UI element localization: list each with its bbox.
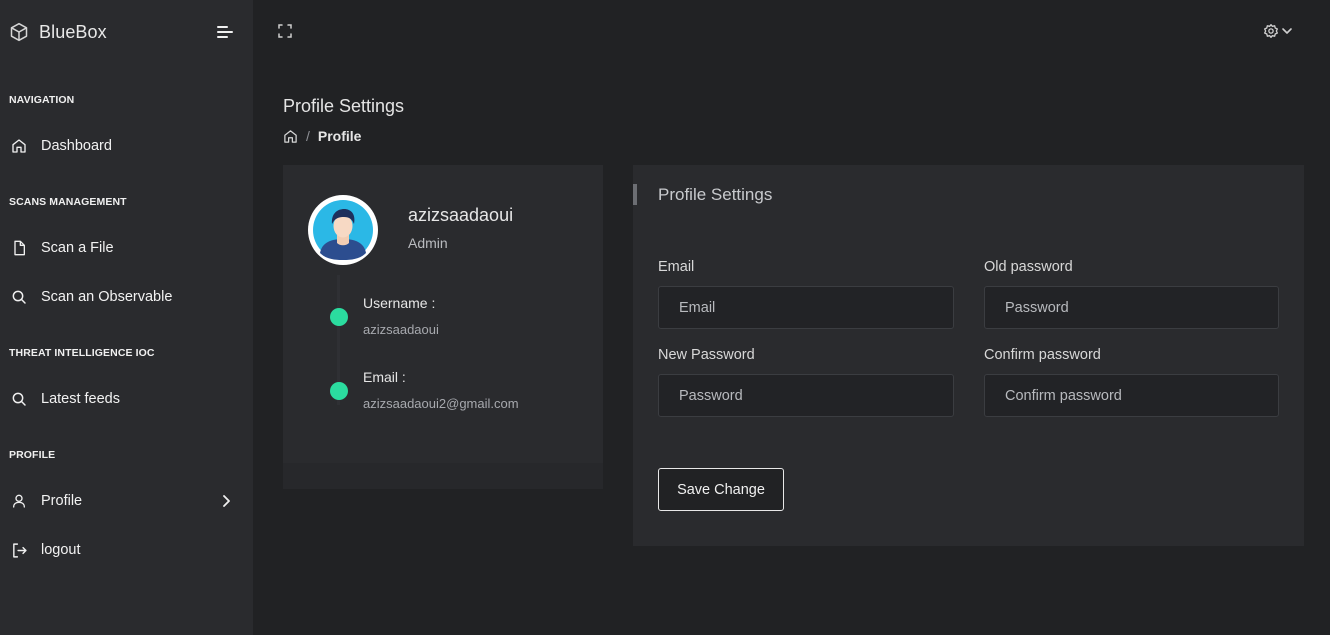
sidebar-item-scan-observable[interactable]: Scan an Observable (0, 277, 253, 317)
page-title: Profile Settings (283, 96, 405, 116)
breadcrumb: / Profile (283, 128, 361, 144)
profile-username: azizsaadaoui (408, 205, 514, 225)
avatar (308, 195, 378, 265)
nav-section-navigation: NAVIGATION (9, 94, 75, 106)
settings-dropdown[interactable] (1263, 21, 1295, 41)
settings-card: Profile Settings Email Old password New … (633, 165, 1304, 546)
chevron-right-icon (218, 492, 234, 510)
brand[interactable]: BlueBox (9, 20, 107, 44)
breadcrumb-separator: / (306, 128, 310, 144)
settings-card-title: Profile Settings (658, 185, 773, 204)
sidebar-item-label: Scan a File (41, 240, 114, 256)
home-icon[interactable] (283, 129, 298, 144)
sidebar-item-profile[interactable]: Profile (0, 481, 253, 521)
sidebar-item-label: Profile (41, 493, 83, 509)
email-label: Email (658, 259, 695, 275)
menu-toggle-icon[interactable] (214, 22, 236, 42)
breadcrumb-current: Profile (317, 128, 362, 144)
email-field[interactable] (658, 286, 954, 329)
sidebar-item-logout[interactable]: logout (0, 530, 253, 570)
detail-value-username: azizsaadaoui (363, 322, 439, 337)
title-accent-bar (633, 184, 637, 205)
timeline-dot (330, 382, 348, 400)
logout-icon (10, 541, 28, 559)
nav-section-threat-intel: THREAT INTELLIGENCE IOC (9, 347, 155, 359)
profile-role: Admin (408, 235, 448, 251)
fullscreen-icon[interactable] (277, 23, 293, 39)
nav-section-profile: PROFILE (9, 449, 56, 461)
sidebar-item-label: Dashboard (41, 138, 112, 154)
user-icon (10, 492, 28, 510)
card-footer (283, 463, 603, 489)
file-icon (10, 239, 28, 257)
sidebar-item-label: Latest feeds (41, 391, 120, 407)
search-icon (10, 288, 28, 306)
sidebar-item-label: Scan an Observable (41, 289, 173, 305)
confirm-password-label: Confirm password (984, 347, 1101, 363)
confirm-password-field[interactable] (984, 374, 1279, 417)
profile-card: azizsaadaoui Admin Username : azizsaadao… (283, 165, 603, 489)
chevron-down-icon (1282, 28, 1292, 34)
gear-icon (1264, 24, 1278, 38)
detail-value-email: azizsaadaoui2@gmail.com (363, 396, 519, 411)
new-password-label: New Password (658, 347, 755, 363)
old-password-label: Old password (984, 259, 1073, 275)
sidebar: BlueBox NAVIGATION Dashboard SCANS MANAG… (0, 0, 253, 635)
timeline-dot (330, 308, 348, 326)
detail-label-email: Email : (363, 369, 406, 385)
app-name: BlueBox (39, 21, 107, 42)
detail-label-username: Username : (363, 295, 436, 311)
search-icon (10, 390, 28, 408)
cube-logo-icon (10, 22, 28, 42)
nav-section-scans-management: SCANS MANAGEMENT (9, 196, 127, 208)
old-password-field[interactable] (984, 286, 1279, 329)
sidebar-item-label: logout (41, 542, 81, 558)
sidebar-item-dashboard[interactable]: Dashboard (0, 126, 253, 166)
save-change-button[interactable]: Save Change (658, 468, 784, 511)
new-password-field[interactable] (658, 374, 954, 417)
sidebar-item-latest-feeds[interactable]: Latest feeds (0, 379, 253, 419)
sidebar-item-scan-file[interactable]: Scan a File (0, 228, 253, 268)
home-icon (10, 137, 28, 155)
